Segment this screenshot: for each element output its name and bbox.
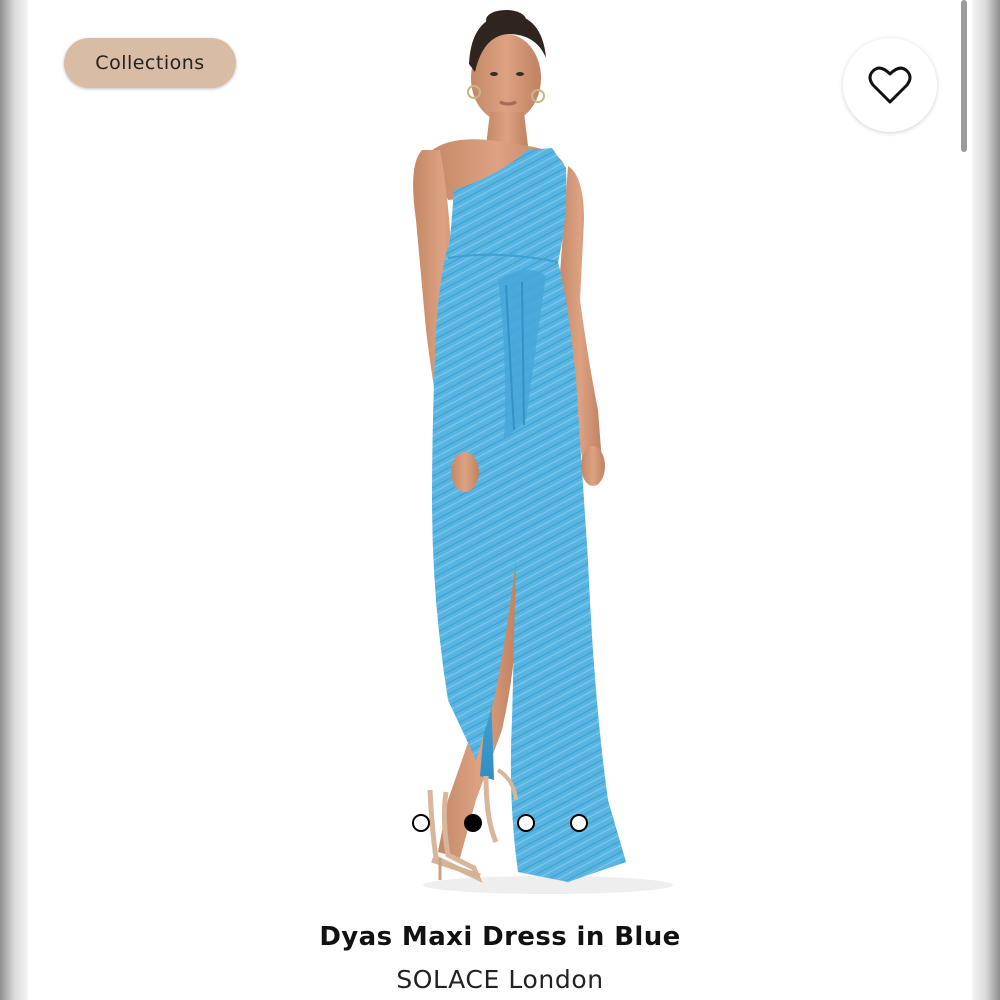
collections-label: Collections — [95, 52, 205, 74]
collections-button[interactable]: Collections — [64, 38, 236, 88]
carousel-dot[interactable] — [517, 814, 535, 832]
product-brand[interactable]: SOLACE London — [28, 965, 972, 994]
product-image[interactable] — [28, 0, 972, 905]
carousel-dot-active[interactable] — [464, 814, 482, 832]
carousel-dots — [412, 812, 592, 834]
scrollbar[interactable] — [961, 0, 967, 152]
heart-outline-icon — [868, 66, 912, 104]
product-page: Collections Dyas Maxi Dress in Blue SOLA… — [28, 0, 972, 1000]
carousel-dot[interactable] — [412, 814, 430, 832]
carousel-dot[interactable] — [570, 814, 588, 832]
product-name: Dyas Maxi Dress in Blue — [319, 922, 681, 952]
favorite-button[interactable] — [843, 38, 937, 132]
